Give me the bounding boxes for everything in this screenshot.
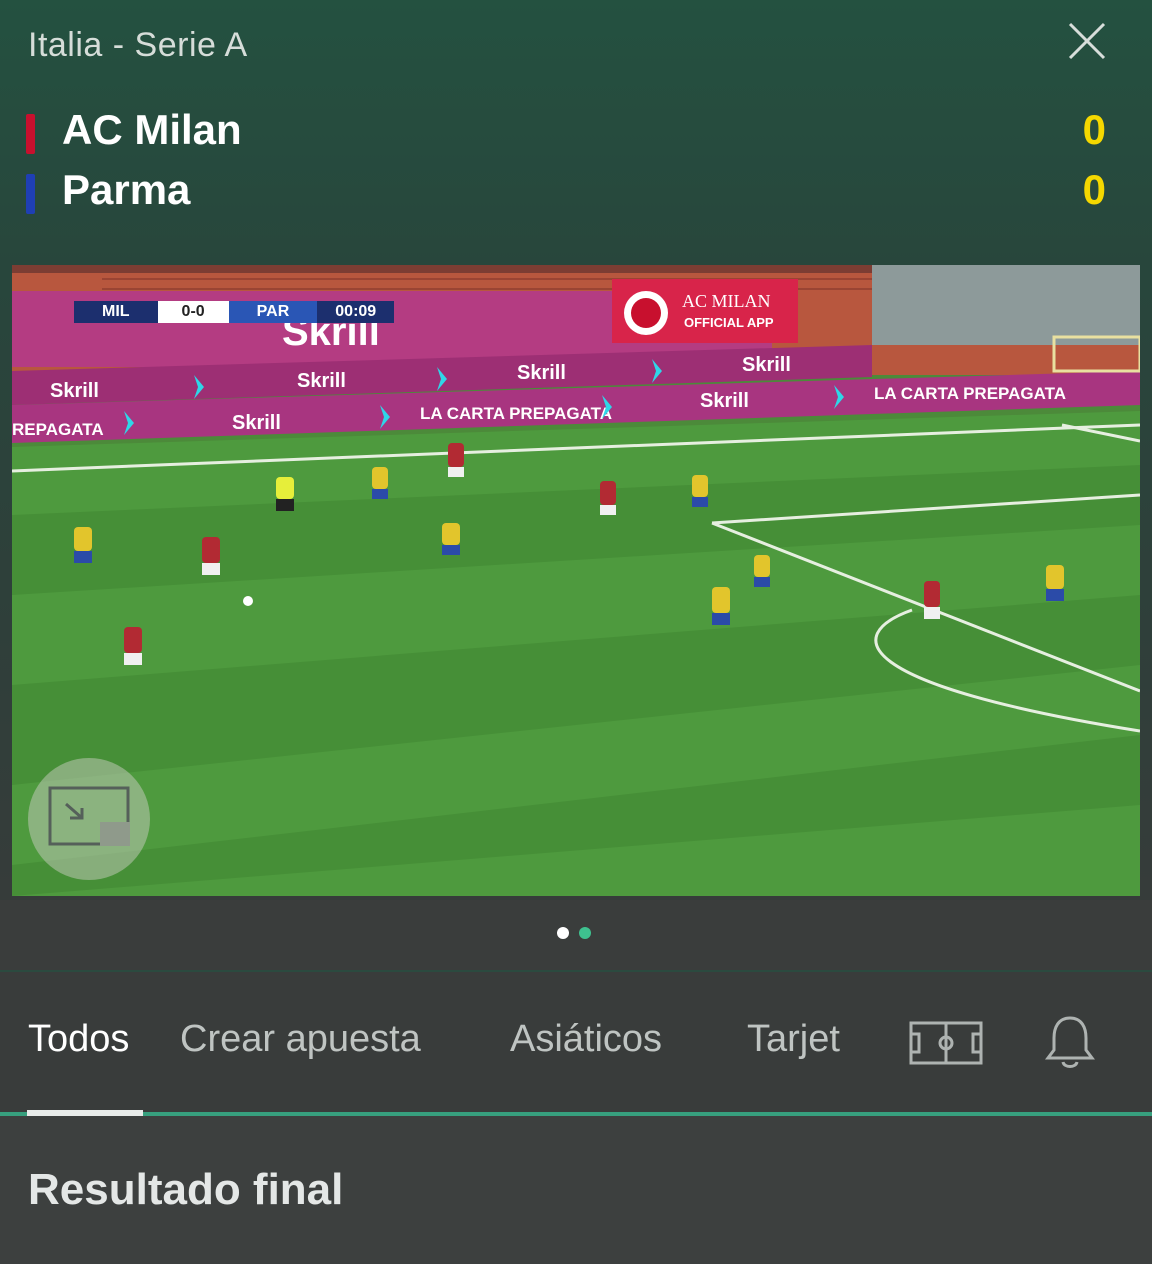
home-team-name: AC Milan — [62, 106, 242, 153]
pitch-view-button[interactable] — [908, 1020, 984, 1071]
home-team-row: AC Milan 0 — [0, 104, 1152, 160]
competition-title: Italia - Serie A — [28, 26, 248, 64]
svg-text:OFFICIAL APP: OFFICIAL APP — [684, 315, 774, 330]
svg-text:Skrill: Skrill — [232, 412, 281, 434]
svg-text:Skrill: Skrill — [742, 354, 791, 376]
svg-text:AC MILAN: AC MILAN — [682, 291, 771, 311]
bell-icon — [1045, 1016, 1095, 1068]
tab-todos[interactable]: Todos — [28, 1018, 129, 1061]
scorebug-time: 00:09 — [317, 301, 395, 323]
away-team-name: Parma — [62, 166, 191, 213]
home-team-score: 0 — [1082, 106, 1106, 153]
pitch-icon — [909, 1021, 983, 1065]
svg-text:Skrill: Skrill — [297, 370, 346, 392]
home-team-color-bar — [26, 114, 35, 154]
scorebug-score: 0-0 — [157, 301, 229, 323]
svg-text:Skrill: Skrill — [700, 390, 749, 412]
video-frame: AC MILAN OFFICIAL APP Skrill Skrill Skri… — [12, 265, 1140, 896]
away-team-row: Parma 0 — [0, 164, 1152, 220]
carousel-dot[interactable] — [557, 927, 569, 939]
close-button[interactable] — [1062, 18, 1112, 68]
market-title: Resultado final — [28, 1165, 344, 1214]
svg-text:LA CARTA PREPAGATA: LA CARTA PREPAGATA — [874, 384, 1066, 403]
close-icon — [1068, 22, 1106, 60]
scorebug-home: MIL — [74, 301, 158, 323]
svg-text:LA CARTA PREPAGATA: LA CARTA PREPAGATA — [420, 404, 612, 423]
away-team-score: 0 — [1082, 166, 1106, 213]
svg-text:Skrill: Skrill — [50, 380, 99, 402]
live-video-player[interactable]: AC MILAN OFFICIAL APP Skrill Skrill Skri… — [12, 265, 1140, 896]
svg-text:Skrill: Skrill — [517, 362, 566, 384]
broadcast-scorebug: MIL 0-0 PAR 00:09 — [74, 301, 395, 323]
tab-crear-apuesta[interactable]: Crear apuesta — [180, 1018, 421, 1061]
carousel-dot-active[interactable] — [579, 927, 591, 939]
svg-text:REPAGATA: REPAGATA — [12, 420, 104, 439]
tab-asiaticos[interactable]: Asiáticos — [510, 1018, 662, 1061]
carousel-indicator — [557, 927, 591, 939]
away-team-color-bar — [26, 174, 35, 214]
picture-in-picture-icon — [48, 786, 130, 846]
tab-tarjetas[interactable]: Tarjet — [747, 1018, 849, 1061]
picture-in-picture-button[interactable] — [28, 758, 150, 880]
scorebug-away: PAR — [228, 301, 318, 323]
notifications-button[interactable] — [1044, 1014, 1096, 1077]
